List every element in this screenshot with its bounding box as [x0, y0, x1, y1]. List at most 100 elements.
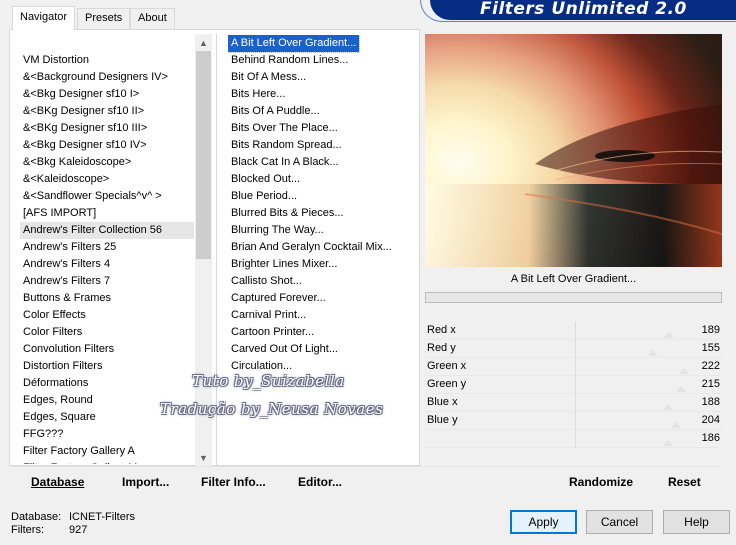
- param-slider-thumb[interactable]: [663, 404, 674, 410]
- param-slider-thumb[interactable]: [671, 422, 681, 428]
- filter-item[interactable]: A Bit Left Over Gradient...: [228, 35, 418, 53]
- filter-item[interactable]: Black Cat In A Black...: [228, 154, 418, 171]
- category-item[interactable]: Filter Factory Gallery A: [20, 443, 194, 460]
- reset-button-label: Reset: [668, 475, 701, 489]
- param-slider-thumb[interactable]: [663, 332, 674, 338]
- category-item[interactable]: Convolution Filters: [20, 341, 194, 358]
- filters-count: 927: [69, 524, 88, 536]
- gradient-preview-graphic: [425, 34, 722, 267]
- preview-image: [425, 34, 722, 267]
- database-button[interactable]: Database: [31, 475, 84, 489]
- param-track: [575, 340, 576, 358]
- param-slider-thumb[interactable]: [647, 350, 658, 356]
- tab-about[interactable]: About: [130, 8, 175, 29]
- param-track: [575, 394, 576, 412]
- category-item[interactable]: &<BKg Designer sf10 II>: [20, 103, 194, 120]
- import-button[interactable]: Import...: [122, 475, 169, 489]
- category-item[interactable]: Andrew's Filters 4: [20, 256, 194, 273]
- filter-item[interactable]: Bit Of A Mess...: [228, 69, 418, 86]
- category-item[interactable]: &<Bkg Designer sf10 IV>: [20, 137, 194, 154]
- param-slider-row[interactable]: Red y 155: [425, 340, 722, 358]
- param-slider-row[interactable]: 186: [425, 430, 722, 448]
- param-slider-row[interactable]: Blue x 188: [425, 394, 722, 412]
- param-label: Green y: [427, 378, 467, 390]
- tab-presets[interactable]: Presets: [77, 8, 131, 29]
- param-track: [575, 430, 576, 448]
- param-track: [575, 376, 576, 394]
- tab-navigator[interactable]: Navigator: [12, 6, 76, 30]
- category-item[interactable]: &<Background Designers IV>: [20, 69, 194, 86]
- category-item[interactable]: Andrew's Filter Collection 56: [20, 222, 194, 239]
- filter-item[interactable]: Blue Period...: [228, 188, 418, 205]
- editor-button[interactable]: Editor...: [298, 475, 342, 489]
- param-slider-row[interactable]: Green x 222: [425, 358, 722, 376]
- category-item[interactable]: Buttons & Frames: [20, 290, 194, 307]
- reset-button[interactable]: Reset: [668, 475, 701, 489]
- category-item[interactable]: &<BKg Designer sf10 III>: [20, 120, 194, 137]
- param-separator: [425, 447, 722, 448]
- category-item[interactable]: Distortion Filters: [20, 358, 194, 375]
- param-label: Red x: [427, 324, 456, 336]
- param-value: 186: [701, 432, 720, 444]
- category-item[interactable]: Andrew's Filters 7: [20, 273, 194, 290]
- param-label: Red y: [427, 342, 456, 354]
- filter-item[interactable]: Callisto Shot...: [228, 273, 418, 290]
- filter-item[interactable]: Cartoon Printer...: [228, 324, 418, 341]
- param-value: 189: [701, 324, 720, 336]
- category-item[interactable]: [AFS IMPORT]: [20, 205, 194, 222]
- param-slider-row[interactable]: Red x 189: [425, 322, 722, 340]
- param-value: 204: [701, 414, 720, 426]
- filter-item-selected-label: A Bit Left Over Gradient...: [228, 35, 361, 53]
- param-slider-thumb[interactable]: [679, 368, 690, 374]
- cancel-button[interactable]: Cancel: [586, 510, 653, 534]
- scroll-down-icon[interactable]: ▼: [195, 449, 212, 466]
- watermark-line-2: Tradução by_Neusa Novaes: [160, 400, 384, 418]
- filter-item[interactable]: Captured Forever...: [228, 290, 418, 307]
- app-title: Filters Unlimited 2.0: [480, 0, 687, 19]
- category-item[interactable]: FFG???: [20, 426, 194, 443]
- category-item[interactable]: &<Kaleidoscope>: [20, 171, 194, 188]
- param-value: 155: [701, 342, 720, 354]
- param-slider-row[interactable]: Blue y 204: [425, 412, 722, 430]
- category-item[interactable]: &<Bkg Designer sf10 I>: [20, 86, 194, 103]
- filter-item[interactable]: Brian And Geralyn Cocktail Mix...: [228, 239, 418, 256]
- param-slider-thumb[interactable]: [662, 440, 673, 446]
- filter-item[interactable]: Blurring The Way...: [228, 222, 418, 239]
- import-button-label: Import...: [122, 475, 170, 489]
- editor-button-label: Editor...: [298, 475, 343, 489]
- database-label: Database:: [11, 511, 62, 523]
- category-item[interactable]: Color Filters: [20, 324, 194, 341]
- category-item[interactable]: Color Effects: [20, 307, 194, 324]
- filter-item[interactable]: Brighter Lines Mixer...: [228, 256, 418, 273]
- param-slider-thumb[interactable]: [676, 386, 687, 392]
- filter-item[interactable]: Blurred Bits & Pieces...: [228, 205, 418, 222]
- category-item[interactable]: Déformations: [20, 375, 194, 392]
- category-item[interactable]: Andrew's Filters 25: [20, 239, 194, 256]
- database-button-label: Database: [31, 475, 85, 489]
- param-slider-row[interactable]: Green y 215: [425, 376, 722, 394]
- category-item[interactable]: Filter Factory Gallery M: [20, 460, 194, 464]
- filter-info-button[interactable]: Filter Info...: [201, 475, 266, 489]
- filter-item[interactable]: Bits Random Spread...: [228, 137, 418, 154]
- scroll-up-icon[interactable]: ▲: [195, 34, 212, 51]
- filter-item[interactable]: Behind Random Lines...: [228, 52, 418, 69]
- randomize-button[interactable]: Randomize: [569, 475, 633, 489]
- param-track: [575, 322, 576, 340]
- category-item[interactable]: &<Sandflower Specials^v^ >: [20, 188, 194, 205]
- filters-label: Filters:: [11, 524, 44, 536]
- scroll-thumb[interactable]: [196, 51, 211, 259]
- filter-item[interactable]: Carnival Print...: [228, 307, 418, 324]
- filter-item[interactable]: Bits Of A Puddle...: [228, 103, 418, 120]
- filter-item[interactable]: Bits Over The Place...: [228, 120, 418, 137]
- filter-item[interactable]: Bits Here...: [228, 86, 418, 103]
- category-item[interactable]: VM Distortion: [20, 52, 194, 69]
- param-label: Blue y: [427, 414, 458, 426]
- category-item[interactable]: &<Bkg Kaleidoscope>: [20, 154, 194, 171]
- help-button[interactable]: Help: [663, 510, 730, 534]
- param-value: 222: [701, 360, 720, 372]
- database-value: ICNET-Filters: [69, 511, 135, 523]
- filter-item[interactable]: Carved Out Of Light...: [228, 341, 418, 358]
- apply-button[interactable]: Apply: [510, 510, 577, 534]
- randomize-button-label: Randomize: [569, 475, 634, 489]
- filter-item[interactable]: Blocked Out...: [228, 171, 418, 188]
